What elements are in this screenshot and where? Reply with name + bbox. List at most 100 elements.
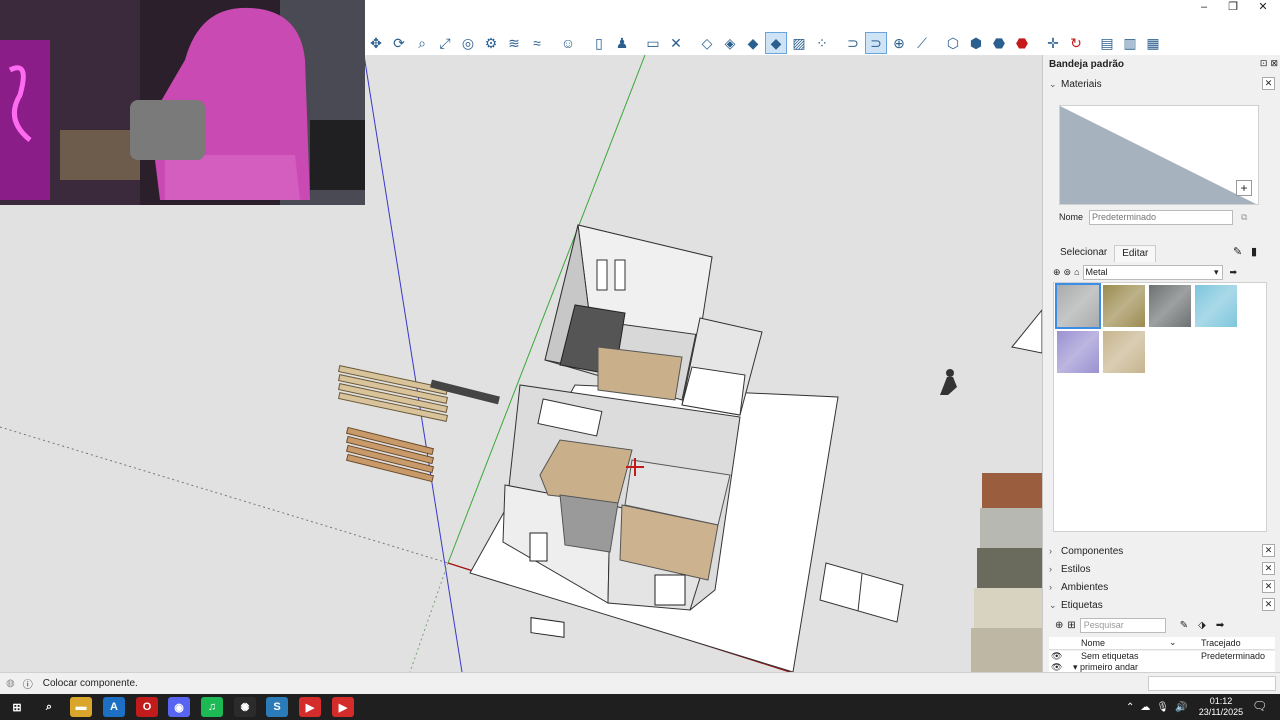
box-outline-icon[interactable]: ⬢ [965,32,987,54]
box-icon[interactable]: ⬡ [942,32,964,54]
section-plane-icon[interactable]: ◎ [457,32,479,54]
tags-header[interactable]: ⌄ Etiquetas ✕ [1049,597,1275,613]
add-tag-icon[interactable]: ⊕ [1055,620,1063,631]
delete-icon[interactable]: ✕ [665,32,687,54]
material-swatch-metal-blue-mesh[interactable] [1195,285,1237,327]
create-material-icon[interactable]: + [1236,180,1252,196]
tag-row[interactable]: 👁 Sem etiquetas Predeterminado [1049,651,1275,662]
components-close-button[interactable]: ✕ [1262,544,1275,557]
notifications-icon[interactable]: 🗨 [1252,699,1267,713]
zoom-extents-icon[interactable]: ⤢ [434,32,456,54]
components-header[interactable]: › Componentes ✕ [1049,543,1275,559]
magnet-icon[interactable]: ⊃ [842,32,864,54]
new-page-icon[interactable]: ▯ [588,32,610,54]
zoom-icon[interactable]: ⌕ [411,32,433,54]
taskbar-youtube-2-icon[interactable]: ▶ [332,697,354,717]
home-icon[interactable]: ⌂ [1074,267,1079,277]
floor-tile-component[interactable] [819,562,904,623]
restore-button[interactable]: ❐ [1218,0,1248,14]
water-drop-active-icon[interactable]: ◆ [765,31,787,54]
material-name-field[interactable] [1089,209,1234,225]
measurements-box[interactable] [1148,676,1276,691]
cloud-icon[interactable]: ☁ [1140,702,1150,713]
taskbar-opera-icon[interactable]: O [136,697,158,717]
magnet-active-icon[interactable]: ⊃ [865,31,887,54]
clock[interactable]: 01:12 23/11/2025 [1196,696,1246,718]
material-swatch-metal-gold[interactable] [1103,285,1145,327]
grid-dots-icon[interactable]: ⁘ [811,32,833,54]
person-icon[interactable]: ♟ [611,32,633,54]
detail-icon[interactable]: ▮ [1251,245,1257,258]
taskbar-explorer-icon[interactable]: ▬ [70,697,92,717]
add-circle-icon[interactable]: ⊕ [888,32,910,54]
taskbar-spotify-icon[interactable]: ♫ [201,697,223,717]
taskbar-chatgpt-icon[interactable]: ✺ [234,697,256,717]
tag-details-icon[interactable]: ➡ [1216,620,1224,631]
pattern-icon[interactable]: ▨ [788,32,810,54]
styles-close-button[interactable]: ✕ [1262,562,1275,575]
rotate-icon[interactable]: ⟳ [388,32,410,54]
forward-icon[interactable]: ⊚ [1064,267,1072,278]
water-drop-icon[interactable]: ◇ [696,32,718,54]
tag-search-input[interactable]: Pesquisar [1079,617,1166,633]
material-swatch-metal-tan-mesh[interactable] [1103,331,1145,373]
user-icon[interactable]: ☺ [557,32,579,54]
box-red-icon[interactable]: ⬣ [1011,32,1033,54]
chevron-down-icon[interactable]: ⌄ [1169,637,1177,648]
chevron-right-icon: › [1049,564,1052,574]
tags-close-button[interactable]: ✕ [1262,598,1275,611]
scale-figure[interactable] [940,369,957,395]
back-icon[interactable]: ⊕ [1053,267,1061,278]
minimize-button[interactable]: – [1189,0,1219,14]
taskbar-app-a-icon[interactable]: A [103,697,125,717]
styles-header[interactable]: › Estilos ✕ [1049,561,1275,577]
material-swatch-metal-purple-mesh[interactable] [1057,331,1099,373]
library-select[interactable]: Metal ▾ [1082,264,1223,280]
section-fill-icon[interactable]: ≋ [503,32,525,54]
taskbar-sketchup-icon[interactable]: S [266,697,288,717]
section-cut-icon[interactable]: ⚙ [480,32,502,54]
taskbar-start-icon[interactable]: ⊞ [6,697,28,717]
materials-close-button[interactable]: ✕ [1262,77,1275,90]
layers-3-icon[interactable]: ▦ [1142,32,1164,54]
measure-icon[interactable]: ⟋ [911,32,933,54]
stone-swatch-strip[interactable] [971,473,1042,672]
sample-paint-icon[interactable]: ⧉ [1241,212,1247,223]
taskbar-discord-icon[interactable]: ◉ [168,697,190,717]
eyedropper-icon[interactable]: ✎ [1233,245,1242,258]
eye-icon[interactable]: 👁 [1051,651,1062,662]
material-swatch-metal-dark[interactable] [1149,285,1191,327]
materials-header[interactable]: ⌄ Materiais ✕ [1049,76,1275,92]
water-drop-half-icon[interactable]: ◈ [719,32,741,54]
add-folder-icon[interactable]: ⊞ [1067,620,1075,631]
display-section-icon[interactable]: ≈ [526,32,548,54]
layers-icon[interactable]: ▤ [1096,32,1118,54]
volume-icon[interactable]: 🔊 [1175,702,1187,713]
environments-close-button[interactable]: ✕ [1262,580,1275,593]
mic-icon[interactable]: 🎙 [1156,702,1169,713]
material-swatch-metal-brushed[interactable] [1055,283,1101,329]
details-arrow-icon[interactable]: ➡ [1230,267,1238,278]
move-icon[interactable]: ✥ [365,32,387,54]
info-icon[interactable]: ⓘ [23,676,33,691]
water-drop-filled-icon[interactable]: ◆ [742,32,764,54]
plank-stack-1[interactable] [337,365,449,422]
environments-header[interactable]: › Ambientes ✕ [1049,579,1275,595]
layers-2-icon[interactable]: ▥ [1119,32,1141,54]
tab-select[interactable]: Selecionar [1053,245,1115,262]
taskbar-search-icon[interactable]: ⌕ [38,697,60,717]
chevron-up-icon[interactable]: ⌃ [1126,702,1134,713]
geo-icon[interactable]: ◍ [6,678,15,689]
rectangle-select-icon[interactable]: ▭ [642,32,664,54]
tab-edit[interactable]: Editar [1114,245,1157,262]
refresh-icon[interactable]: ↻ [1065,32,1087,54]
plank-stack-2[interactable] [345,426,435,483]
taskbar-youtube-1-icon[interactable]: ▶ [299,697,321,717]
box-solid-icon[interactable]: ⬣ [988,32,1010,54]
crosshair-icon[interactable]: ✛ [1042,32,1064,54]
pin-icon[interactable]: ⊡ [1260,58,1268,69]
tray-close-icon[interactable]: ⊠ [1270,58,1278,69]
close-button[interactable]: ✕ [1248,0,1278,14]
tag-pencil-icon[interactable]: ✎ [1180,620,1188,631]
tag-color-icon[interactable]: ⬗ [1198,620,1206,631]
